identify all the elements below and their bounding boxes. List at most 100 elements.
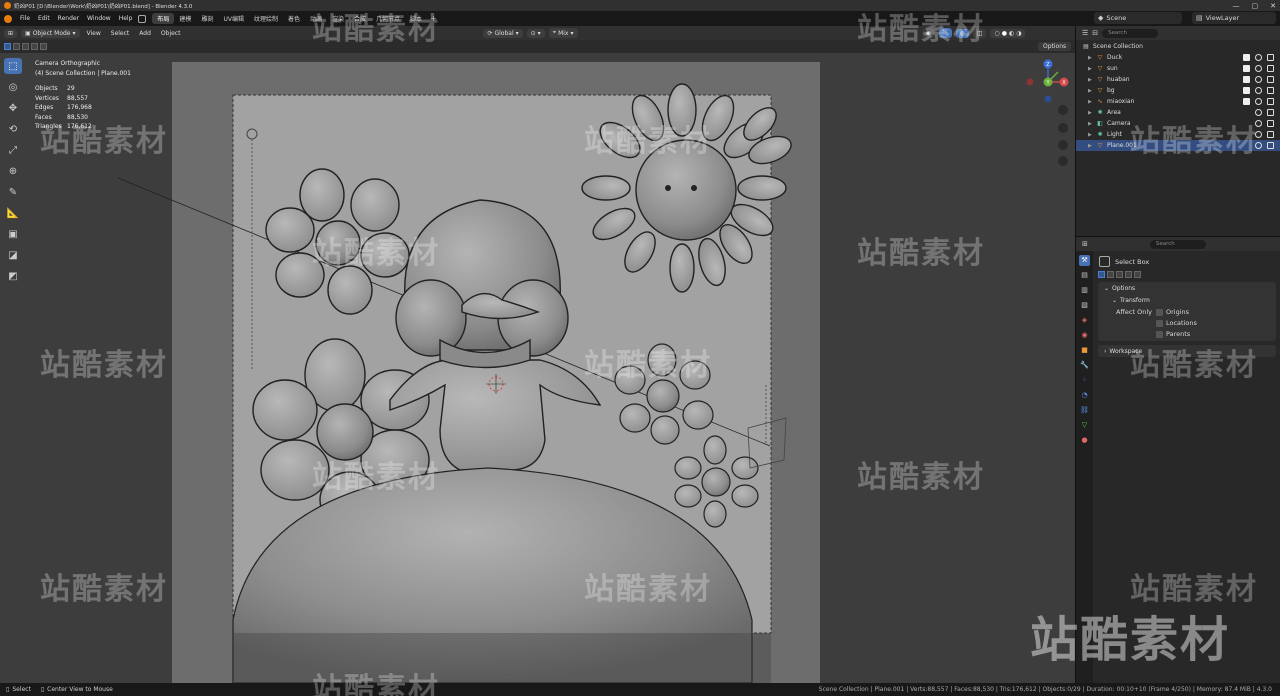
- workspace-tab-scripting[interactable]: 脚本: [405, 13, 427, 24]
- workspace-tab-sculpting[interactable]: 雕刻: [196, 13, 218, 24]
- neg-z-axis-handle[interactable]: [1044, 95, 1052, 103]
- expand-arrow-icon[interactable]: ▶: [1088, 55, 1096, 61]
- scene-selector[interactable]: ◆ Scene: [1094, 12, 1182, 24]
- camera-icon[interactable]: [1267, 65, 1274, 72]
- add-cube-tool[interactable]: ▣: [4, 226, 22, 242]
- expand-arrow-icon[interactable]: ▶: [1088, 66, 1096, 72]
- move-tool[interactable]: ✥: [4, 100, 22, 116]
- rotate-tool[interactable]: ⟲: [4, 121, 22, 137]
- workspace-tab-modeling[interactable]: 建模: [174, 13, 196, 24]
- object-tab-icon[interactable]: ■: [1079, 345, 1090, 356]
- options-panel-header[interactable]: ⌄ Options: [1098, 282, 1276, 294]
- eye-icon[interactable]: [1255, 109, 1262, 116]
- locations-checkbox[interactable]: [1156, 319, 1163, 327]
- lock-icon[interactable]: [1058, 156, 1068, 166]
- workspace-tab-geometry-nodes[interactable]: 几何节点: [371, 13, 405, 24]
- properties-editor-icon[interactable]: ⊞: [1082, 240, 1088, 248]
- outliner-item[interactable]: ▶ ✺ Area: [1076, 107, 1280, 118]
- workspace-tab-rendering[interactable]: 渲染: [327, 13, 349, 24]
- menu-window[interactable]: Window: [83, 15, 115, 22]
- exclude-checkbox[interactable]: [1243, 98, 1250, 105]
- constraints-tab-icon[interactable]: ⛓: [1079, 405, 1090, 416]
- shear-tool[interactable]: ◪: [4, 247, 22, 263]
- origins-checkbox[interactable]: [1156, 308, 1163, 316]
- camera-icon[interactable]: [1267, 98, 1274, 105]
- outliner-item[interactable]: ▶ ∿ miaoxian: [1076, 96, 1280, 107]
- eye-icon[interactable]: [1255, 54, 1262, 61]
- outliner-item[interactable]: ▶ ▽ sun: [1076, 63, 1280, 74]
- eye-icon[interactable]: [1255, 142, 1262, 149]
- overlay-toggle[interactable]: ◍: [955, 28, 969, 38]
- scene-collection-row[interactable]: ▤ Scene Collection: [1076, 41, 1280, 52]
- origins-option[interactable]: Origins: [1156, 308, 1197, 316]
- expand-arrow-icon[interactable]: ▶: [1088, 132, 1096, 138]
- add-workspace-button[interactable]: +: [430, 14, 437, 23]
- camera-icon[interactable]: [1267, 120, 1274, 127]
- expand-arrow-icon[interactable]: ▶: [1088, 77, 1096, 83]
- camera-icon[interactable]: [1267, 76, 1274, 83]
- pivot-point-dropdown[interactable]: ⊙ ▾: [526, 28, 545, 38]
- exclude-checkbox[interactable]: [1243, 76, 1250, 83]
- camera-icon[interactable]: [1267, 54, 1274, 61]
- menu-file[interactable]: File: [16, 15, 34, 22]
- workspace-tab-animation[interactable]: 动画: [305, 13, 327, 24]
- outliner-item-selected[interactable]: ▶ ▽ Plane.001: [1076, 140, 1280, 151]
- menu-render[interactable]: Render: [54, 15, 83, 22]
- render-tab-icon[interactable]: ▤: [1079, 270, 1090, 281]
- parents-checkbox[interactable]: [1156, 330, 1163, 338]
- tool-tab-icon[interactable]: ⚒: [1079, 255, 1090, 266]
- gizmo-toggle[interactable]: ⤧: [938, 28, 952, 38]
- expand-arrow-icon[interactable]: ▶: [1088, 99, 1096, 105]
- neg-x-axis-handle[interactable]: [1026, 78, 1034, 86]
- eye-icon[interactable]: [1255, 98, 1262, 105]
- workspace-tab-layout[interactable]: 布局: [152, 13, 175, 24]
- select-box-tool[interactable]: ⬚: [4, 58, 22, 74]
- locations-option[interactable]: Locations: [1156, 319, 1197, 327]
- view-menu[interactable]: View: [84, 30, 104, 37]
- selection-mode-invert-icon[interactable]: [31, 43, 38, 50]
- measure-tool[interactable]: 📐: [4, 205, 22, 221]
- minimize-button[interactable]: —: [1233, 2, 1240, 10]
- mode-dropdown[interactable]: ▣ Object Mode ▾: [21, 28, 80, 38]
- eye-icon[interactable]: [1255, 65, 1262, 72]
- mode-new-icon[interactable]: [1098, 271, 1105, 278]
- outliner-item[interactable]: ▶ ◧ Camera: [1076, 118, 1280, 129]
- mode-intersect-icon[interactable]: [1134, 271, 1141, 278]
- menu-edit[interactable]: Edit: [34, 15, 54, 22]
- exclude-checkbox[interactable]: [1243, 54, 1250, 61]
- expand-arrow-icon[interactable]: ▶: [1088, 143, 1096, 149]
- expand-arrow-icon[interactable]: ▶: [1088, 121, 1096, 127]
- shading-modes[interactable]: ○ ● ◐ ◑: [990, 28, 1026, 38]
- visibility-button[interactable]: ◉: [921, 28, 935, 38]
- camera-icon[interactable]: [1267, 109, 1274, 116]
- blender-menu-icon[interactable]: [4, 14, 12, 23]
- 3d-viewport[interactable]: [0, 53, 1076, 683]
- bend-tool[interactable]: ◩: [4, 268, 22, 284]
- scene-tab-icon[interactable]: ◈: [1079, 315, 1090, 326]
- exclude-checkbox[interactable]: [1243, 65, 1250, 72]
- cursor-tool[interactable]: ◎: [4, 79, 22, 95]
- exclude-checkbox[interactable]: [1243, 87, 1250, 94]
- selection-mode-intersect-icon[interactable]: [40, 43, 47, 50]
- outliner-search-input[interactable]: Search: [1102, 28, 1159, 38]
- outliner-item[interactable]: ▶ ▽ bg: [1076, 85, 1280, 96]
- pan-hand-icon[interactable]: [1058, 123, 1068, 133]
- world-tab-icon[interactable]: ◉: [1079, 330, 1090, 341]
- outliner-item[interactable]: ▶ ✺ Light: [1076, 129, 1280, 140]
- data-tab-icon[interactable]: ▽: [1079, 420, 1090, 431]
- mode-extend-icon[interactable]: [1107, 271, 1114, 278]
- snap-dropdown[interactable]: ⌖ Mix ▾: [548, 28, 578, 38]
- parents-option[interactable]: Parents: [1156, 330, 1197, 341]
- mode-invert-icon[interactable]: [1125, 271, 1132, 278]
- workspace-tab-compositing[interactable]: 合成: [349, 13, 371, 24]
- eye-icon[interactable]: [1255, 87, 1262, 94]
- camera-icon[interactable]: [1267, 142, 1274, 149]
- outliner-item[interactable]: ▶ ▽ huaban: [1076, 74, 1280, 85]
- output-tab-icon[interactable]: ▥: [1079, 285, 1090, 296]
- eye-icon[interactable]: [1255, 131, 1262, 138]
- modifier-tab-icon[interactable]: 🔧: [1079, 360, 1090, 371]
- xray-toggle[interactable]: ◫: [972, 28, 987, 38]
- editor-type-button[interactable]: ⊞: [4, 28, 18, 38]
- camera-view-icon[interactable]: [1058, 140, 1068, 150]
- particles-tab-icon[interactable]: ⁘: [1079, 375, 1090, 386]
